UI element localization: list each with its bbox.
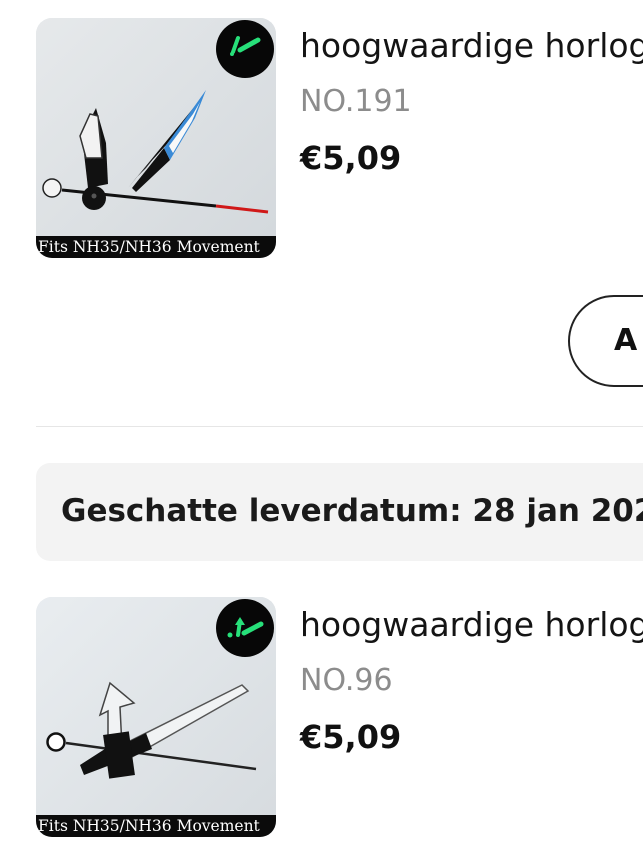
cart-page: Fits NH35/NH36 Movement hoogwaardige hor… [0,0,643,856]
product-price: €5,09 [300,718,402,756]
delivery-estimate-text: Geschatte leverdatum: 28 jan 2025 [61,493,643,529]
cart-item[interactable]: Fits NH35/NH36 Movement hoogwaardige hor… [36,597,643,839]
item-action-button[interactable]: A [568,295,643,387]
product-title[interactable]: hoogwaardige horloge [300,597,643,653]
compatibility-caption: Fits NH35/NH36 Movement [36,236,276,258]
cart-item[interactable]: Fits NH35/NH36 Movement hoogwaardige hor… [36,18,643,260]
product-image[interactable]: Fits NH35/NH36 Movement [36,18,276,258]
lume-hands-icon [216,20,274,78]
product-info: hoogwaardige horloge NO.96 €5,09 [300,597,643,757]
product-info: hoogwaardige horloge NO.191 €5,09 [300,18,643,178]
product-variant: NO.191 [300,84,412,119]
section-divider [36,426,643,427]
compatibility-caption: Fits NH35/NH36 Movement [36,815,276,837]
delivery-estimate-banner: Geschatte leverdatum: 28 jan 2025 [36,463,643,561]
lume-hands-icon [216,599,274,657]
product-price: €5,09 [300,139,402,177]
product-variant: NO.96 [300,663,393,698]
product-title[interactable]: hoogwaardige horloge [300,18,643,74]
product-image[interactable]: Fits NH35/NH36 Movement [36,597,276,837]
